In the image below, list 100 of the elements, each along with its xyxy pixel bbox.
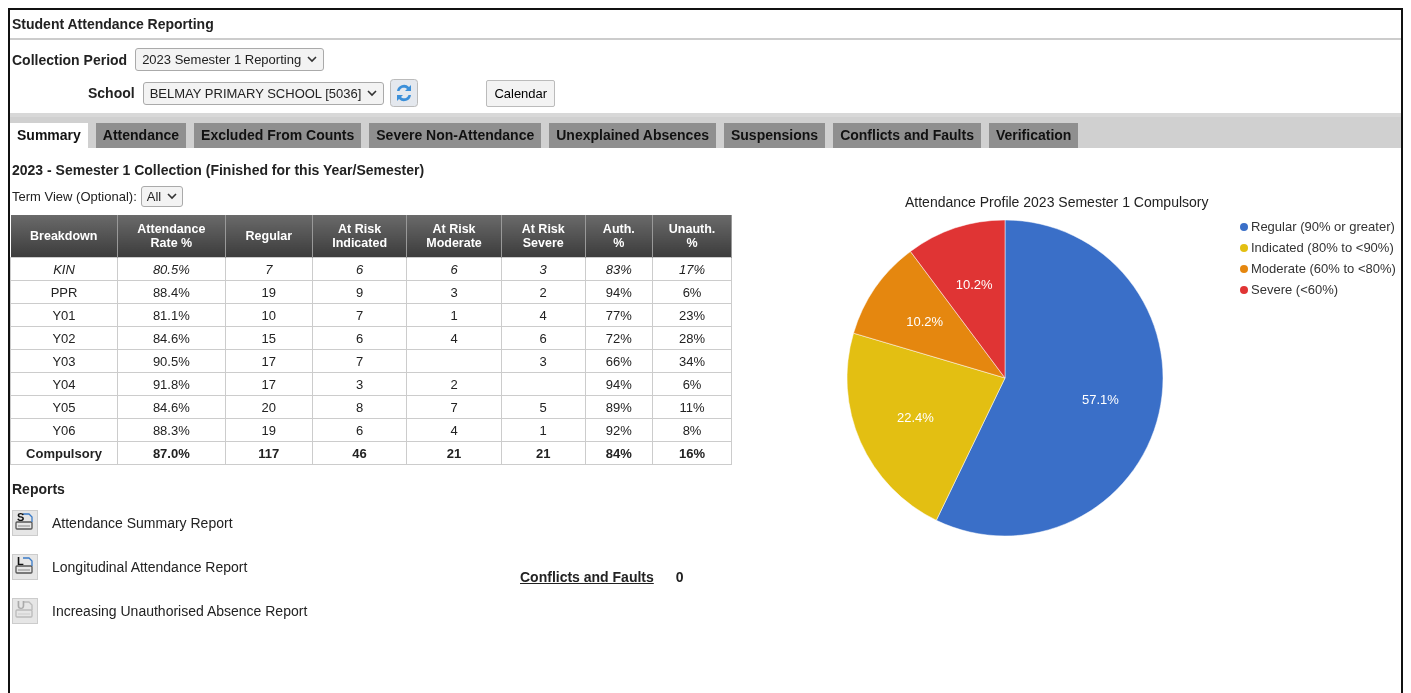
slice-label: 22.4% <box>897 409 934 425</box>
table-cell: 4 <box>539 307 547 323</box>
refresh-icon[interactable] <box>390 79 419 107</box>
window-title: Student Attendance Reporting <box>10 10 1401 40</box>
table-cell: 21 <box>536 445 551 461</box>
tab[interactable]: Unexplained Absences <box>549 123 716 148</box>
table-cell: 23% <box>679 307 706 323</box>
table-cell: 83% <box>605 261 632 277</box>
table-cell: 1 <box>450 307 458 323</box>
table-cell: Y01 <box>52 307 76 323</box>
table-cell: KIN <box>53 261 75 277</box>
table-cell: 6 <box>355 261 364 277</box>
print-report-icon[interactable]: S <box>12 510 38 536</box>
table-cell: 7 <box>355 307 364 323</box>
table-cell: 7 <box>450 399 458 415</box>
slice-label: 10.2% <box>906 314 944 329</box>
tab[interactable]: Suspensions <box>724 123 826 148</box>
table-cell: 46 <box>352 445 367 461</box>
school-dropdown[interactable]: BELMAY PRIMARY SCHOOL [5036] <box>142 81 385 105</box>
slice-label: 10.2% <box>955 277 993 293</box>
table-cell: 6% <box>682 284 702 300</box>
column-header: Auth. % <box>585 215 653 258</box>
tab[interactable]: Verification <box>988 123 1079 148</box>
legend-label: Moderate (60% to <80%) <box>1251 261 1396 276</box>
table-cell: 4 <box>450 422 458 438</box>
chevron-icon <box>367 89 378 97</box>
table-cell: 20 <box>261 399 277 415</box>
table-cell: 72% <box>605 330 632 346</box>
calendar-button[interactable]: Calendar <box>486 79 556 107</box>
table-cell: 1 <box>539 422 547 438</box>
table-cell: 8% <box>682 422 702 438</box>
report-link[interactable]: Longitudinal Attendance Report <box>52 559 248 575</box>
table-cell: 90.5% <box>152 353 190 369</box>
table-cell: Compulsory <box>26 445 102 461</box>
table-cell: Y03 <box>52 353 76 369</box>
table-cell: 3 <box>355 376 364 392</box>
report-link[interactable]: Attendance Summary Report <box>52 515 233 531</box>
table-cell: Y04 <box>52 376 76 392</box>
table-cell: 80.5% <box>152 261 190 277</box>
table-cell: 88.3% <box>152 422 190 438</box>
print-report-icon[interactable]: L <box>12 554 38 580</box>
table-cell: 117 <box>258 445 280 461</box>
column-header: Regular <box>225 215 313 258</box>
slice-label: 57.1% <box>1082 391 1119 407</box>
section-heading: 2023 - Semester 1 Collection (Finished for this Year/Semester) <box>11 161 426 180</box>
section-heading: Reports <box>11 480 66 499</box>
table-cell: 11% <box>679 399 705 415</box>
period-dropdown[interactable]: 2023 Semester 1 Reporting <box>135 48 325 71</box>
table-cell: 6 <box>355 330 364 346</box>
column-header: Breakdown <box>10 215 118 258</box>
chevron-icon <box>307 56 318 63</box>
conflicts-count: 0 <box>675 569 684 587</box>
column-header: At Risk Severe <box>501 215 586 258</box>
conflicts-link[interactable]: Conflicts and Faults <box>520 569 654 633</box>
legend-label: Severe (<60%) <box>1251 282 1339 297</box>
table-cell: 34% <box>679 353 706 369</box>
table-cell: 3 <box>450 284 458 300</box>
table-cell: 84.6% <box>152 399 190 415</box>
table-cell: 10 <box>261 307 277 323</box>
table-cell: 19 <box>261 422 277 438</box>
table-cell: 7 <box>265 261 273 277</box>
table-cell: 94% <box>605 284 632 300</box>
column-header: At Risk Indicated <box>312 215 407 258</box>
table-cell: PPR <box>50 284 78 300</box>
table-cell: 94% <box>605 376 632 392</box>
table-cell: 7 <box>355 353 364 369</box>
table-cell: 6 <box>450 261 458 277</box>
table-cell: 84.6% <box>152 330 190 346</box>
field-label: School <box>88 85 135 101</box>
table-cell: 6 <box>355 422 364 438</box>
table-cell: 19 <box>261 284 277 300</box>
table-cell: 15 <box>261 330 277 346</box>
table-cell: Y06 <box>52 422 76 438</box>
chevron-icon <box>167 193 178 200</box>
table-cell: 21 <box>446 445 462 461</box>
legend-label: Regular (90% or greater) <box>1251 219 1395 234</box>
tab[interactable]: Conflicts and Faults <box>833 123 981 148</box>
term-dropdown[interactable]: All <box>140 186 184 207</box>
tab[interactable]: Severe Non-Attendance <box>369 123 542 148</box>
tab[interactable]: Summary <box>10 123 88 148</box>
table-cell: 87.0% <box>152 445 190 461</box>
table-cell: 17% <box>679 261 706 277</box>
table-cell: 5 <box>539 399 547 415</box>
table-cell: 84% <box>605 445 632 461</box>
table-cell: 6% <box>682 376 702 392</box>
table-cell: 91.8% <box>152 376 190 392</box>
table-cell: 6 <box>539 330 547 346</box>
table-cell: 16% <box>679 445 706 461</box>
table-cell: Y05 <box>52 399 76 415</box>
table-cell: 3 <box>539 353 547 369</box>
chart-title: Attendance Profile 2023 Semester 1 Compulsory <box>905 194 1209 210</box>
table-cell: 3 <box>539 261 547 277</box>
tab[interactable]: Excluded From Counts <box>194 123 362 148</box>
table-cell: 77% <box>605 307 632 323</box>
table-cell: 2 <box>539 284 547 300</box>
table-cell: 9 <box>355 284 364 300</box>
table-cell: 92% <box>605 422 632 438</box>
field-label: Term View (Optional): <box>12 189 137 204</box>
tab[interactable]: Attendance <box>95 123 187 148</box>
table-cell: 2 <box>450 376 458 392</box>
